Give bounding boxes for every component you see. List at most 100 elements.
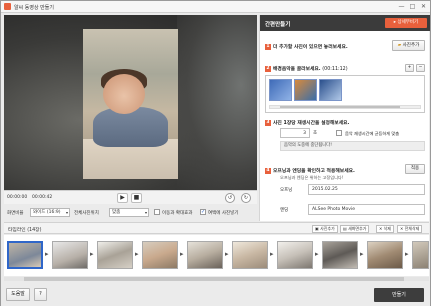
timeline-delete-all-button[interactable]: ✕ 전체삭제 [397, 225, 423, 233]
maximize-button[interactable]: □ [407, 2, 418, 11]
zoom-checkbox[interactable] [154, 209, 160, 215]
transition-icon[interactable]: ▸ [405, 250, 409, 258]
close-button[interactable]: ✕ [418, 2, 429, 11]
transition-icon[interactable]: ▸ [135, 250, 139, 258]
scroll-thumb[interactable] [24, 277, 404, 281]
transition-icon[interactable]: ▸ [225, 250, 229, 258]
remove-music-button[interactable]: − [416, 64, 425, 72]
seconds-unit: 초 [313, 131, 318, 136]
timeline-thumbnail[interactable] [232, 241, 268, 269]
apply-button[interactable]: 적용 [405, 164, 425, 174]
step1-number: 1 [265, 43, 271, 50]
seconds-input[interactable]: 3 [280, 128, 310, 138]
timeline-count: (14장) [27, 228, 42, 233]
stop-button[interactable]: ■ [131, 193, 142, 203]
step1-label: 더 추가할 사진이 있으면 놓러보세요. [273, 45, 348, 50]
easy-make-panel: 간편만들기 ▸ 상세무비기 1더 추가할 사진이 있으면 놓러보세요. ▰ 사진… [259, 15, 430, 221]
music-item[interactable] [319, 79, 342, 101]
fill-checkbox[interactable]: ✓ [200, 209, 206, 215]
timeline-delete-label: 삭제 [383, 226, 391, 231]
fit-music-checkbox[interactable] [336, 130, 342, 136]
add-photo-button[interactable]: ▰ 사진추가 [392, 40, 425, 51]
rotate-right-button[interactable]: ↻ [241, 193, 251, 203]
timeline-header: 타임라인 (14장) ▣ 사진추가 ▤ 새화면추가 ✕ 삭제 ✕ 전체삭제 [4, 222, 429, 234]
transition-icon[interactable]: ▸ [270, 250, 274, 258]
detail-mode-label: 상세무비기 [397, 20, 419, 25]
timeline-thumbnail[interactable] [367, 241, 403, 269]
timeline-add-label: 사진추가 [320, 226, 335, 231]
timeline-add-photo-button[interactable]: ▣ 사진추가 [312, 225, 338, 233]
timeline-title-text: 타임라인 [8, 228, 26, 233]
timeline-new-screen-button[interactable]: ▤ 새화면추가 [340, 225, 370, 233]
music-note: 음악의 도중에 중단됩니다! [280, 141, 425, 151]
timeline-delete-all-label: 전체삭제 [404, 226, 420, 231]
zoom-label: 이동과 확대효과 [162, 211, 193, 216]
timeline-strip: ▸ ▸ ▸ ▸ ▸ ▸ ▸ ▸ ▸ [4, 235, 429, 276]
step3-label: 사진 1장당 재생시간을 설정해보세요. [273, 121, 350, 126]
ratio-select[interactable]: 와이드 (16:9) ▾ [30, 208, 70, 217]
step4-label: 오프닝과 엔딩을 확인하고 적용해보세요. [273, 169, 355, 174]
add-music-button[interactable]: + [405, 64, 414, 72]
placement-label: 전체사진위치 [74, 211, 99, 216]
panel-title: 간편만들기 [265, 22, 291, 28]
transition-icon[interactable]: ▸ [315, 250, 319, 258]
fit-music-label: 음악 재생시간에 균등하게 맞춤 [345, 131, 400, 136]
ending-label: 엔딩 [280, 208, 289, 213]
timeline-thumbnail[interactable] [412, 241, 429, 269]
preview-photo [83, 29, 178, 179]
help-button[interactable]: 도움말 [6, 288, 30, 301]
play-button[interactable]: ▶ [117, 193, 128, 203]
opening-input[interactable]: 2015.02.25 [308, 184, 425, 195]
music-list [265, 75, 425, 113]
timeline-thumbnail[interactable] [322, 241, 358, 269]
opening-label: 오프닝 [280, 188, 293, 193]
current-time: 00:00:00 [7, 195, 28, 200]
timeline-thumbnail[interactable] [277, 241, 313, 269]
footer-bar: 도움말 ? 만들기 [1, 283, 430, 306]
ratio-label: 화면비율 [7, 211, 24, 216]
title-bar: 알씨 동영상 만들기 — □ ✕ [1, 1, 430, 13]
timeline-new-label: 새화면추가 [348, 226, 367, 231]
timeline-thumbnail[interactable] [7, 241, 43, 269]
step2-label: 배경음악을 골라보세요. [273, 67, 321, 72]
step3-text: 3 사진 1장당 재생시간을 설정해보세요. [265, 119, 349, 126]
step1-text: 1더 추가할 사진이 있으면 놓러보세요. [265, 43, 348, 50]
music-item[interactable] [294, 79, 317, 101]
ratio-value: 와이드 (16:9) [33, 210, 61, 215]
timeline-thumbnail[interactable] [52, 241, 88, 269]
chevron-down-icon: ▾ [65, 210, 68, 215]
ending-input[interactable]: ALSee Photo Movie [308, 204, 425, 215]
detail-mode-button[interactable]: ▸ 상세무비기 [385, 18, 427, 28]
panel-header: 간편만들기 ▸ 상세무비기 [260, 15, 430, 31]
make-button[interactable]: 만들기 [374, 288, 424, 302]
timeline-delete-button[interactable]: ✕ 삭제 [376, 225, 394, 233]
play-icon: ▶ [120, 194, 125, 201]
scroll-thumb[interactable] [280, 106, 400, 108]
minimize-button[interactable]: — [396, 2, 407, 11]
stop-icon: ■ [133, 194, 140, 201]
transition-icon[interactable]: ▸ [360, 250, 364, 258]
transition-icon[interactable]: ▸ [180, 250, 184, 258]
music-item[interactable] [269, 79, 292, 101]
question-button[interactable]: ? [34, 288, 47, 301]
placement-select[interactable]: 맞춤 ▾ [109, 208, 149, 217]
step2-number: 2 [265, 65, 271, 72]
timeline-thumbnail[interactable] [187, 241, 223, 269]
app-window: 알씨 동영상 만들기 — □ ✕ 00:00:00 00:00:42 ▶ ■ ↺… [0, 0, 431, 306]
music-scrollbar[interactable] [269, 105, 421, 109]
timeline-thumbnail[interactable] [97, 241, 133, 269]
timeline-thumbnail[interactable] [142, 241, 178, 269]
step4-subtext: 오프닝과 엔딩은 위하는 고정입니다! [280, 175, 344, 180]
placement-value: 맞춤 [112, 210, 121, 215]
transition-icon[interactable]: ▸ [45, 250, 49, 258]
preview-area [4, 15, 257, 190]
options-row: 화면비율 와이드 (16:9) ▾ 전체사진위치 맞춤 ▾ 이동과 확대효과 ✓ 여… [4, 206, 257, 220]
timeline-scrollbar[interactable] [4, 277, 429, 281]
add-photo-label: 사진추가 [402, 43, 420, 48]
rotate-left-button[interactable]: ↺ [225, 193, 235, 203]
chevron-down-icon: ▾ [144, 210, 147, 215]
timeline-title: 타임라인 (14장) [8, 226, 41, 233]
transition-icon[interactable]: ▸ [90, 250, 94, 258]
step4-text: 4 오프닝과 엔딩을 확인하고 적용해보세요. [265, 167, 355, 174]
player-bar: 00:00:00 00:00:42 ▶ ■ ↺ ↻ [4, 190, 257, 204]
